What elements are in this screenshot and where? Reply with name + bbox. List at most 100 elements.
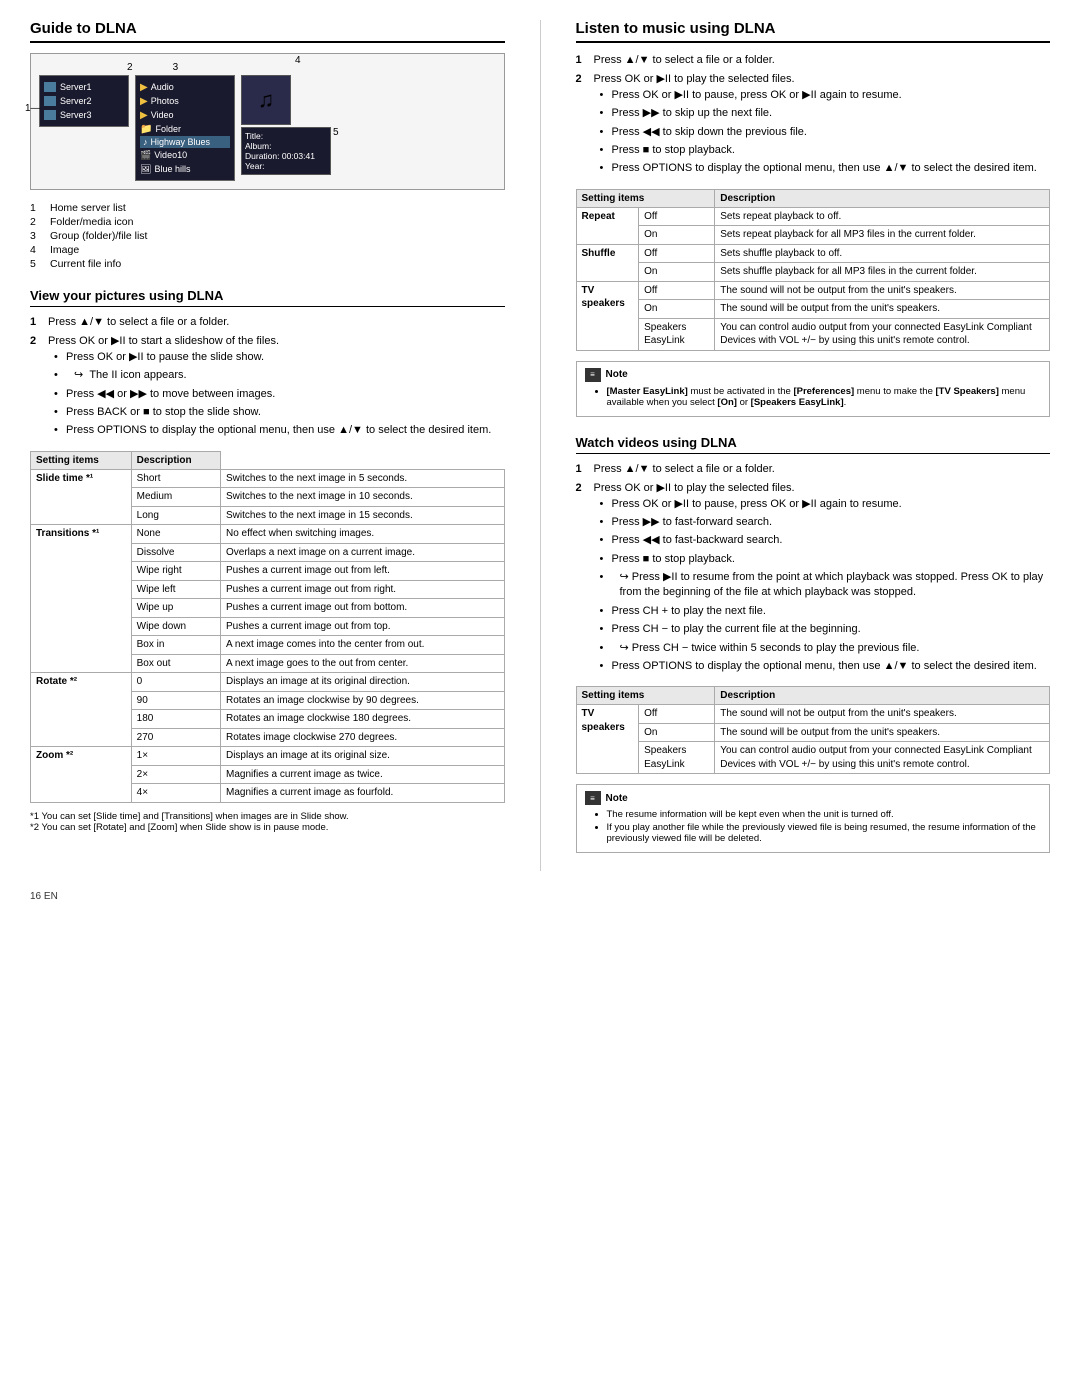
watch-videos-title: Watch videos using DLNA [576,435,1051,454]
guide-dlna-section: Guide to DLNA 2 3 1— Server1 [30,20,505,270]
right-panel: ♫ 4 Title: Album: Duration: 00:03:41 Yea… [239,75,339,175]
music-note-box: ≡ Note [Master EasyLink] must be activat… [576,361,1051,417]
caption-5: 5Current file info [30,258,505,270]
watch-bullet-options: Press OPTIONS to display the optional me… [612,659,1051,674]
listen-step-2-bullets: Press OK or ▶II to pause, press OK or ▶I… [594,88,1037,177]
watch-bullet-ch-plus: Press CH + to play the next file. [612,604,1051,619]
watch-bullet-resume: ↪ Press ▶II to resume from the point at … [612,570,1051,601]
music-note-header: ≡ Note [585,368,1042,382]
view-pictures-section: View your pictures using DLNA 1 Press ▲/… [30,288,505,833]
listen-music-table: Setting items Description Repeat Off Set… [576,189,1051,351]
table-row: Repeat Off Sets repeat playback to off. [576,207,1050,226]
table-row: Speakers EasyLink You can control audio … [576,742,1050,774]
video-col-desc: Description [715,687,1050,705]
footnote-1: *1 You can set [Slide time] and [Transit… [30,811,505,822]
video-note-header: ≡ Note [585,791,1042,805]
guide-dlna-title: Guide to DLNA [30,20,505,43]
bullet-options: Press OPTIONS to display the optional me… [66,423,491,438]
repeat-cell: Repeat [576,207,639,244]
audio-item: ▶ Audio [140,80,230,94]
server1-item: Server1 [44,80,124,94]
bullet-stop: Press BACK or ■ to stop the slide show. [66,405,491,420]
table-row: Transitions *¹NoneNo effect when switchi… [31,525,505,544]
info-year: Year: [245,161,327,171]
listen-step-1: 1 Press ▲/▼ to select a file or a folder… [576,53,1051,68]
step-1: 1 Press ▲/▼ to select a file or a folder… [30,315,505,330]
view-pictures-title: View your pictures using DLNA [30,288,505,307]
table-row: Shuffle Off Sets shuffle playback to off… [576,244,1050,263]
file-info-box: Title: Album: Duration: 00:03:41 Year: [241,127,331,175]
server3-item: Server3 [44,108,124,122]
music-col-setting: Setting items [576,189,715,207]
watch-step-2: 2 Press OK or ▶II to play the selected f… [576,481,1051,678]
watch-bullet-rew: Press ◀◀ to fast-backward search. [612,533,1051,548]
table-row: TV speakers Off The sound will not be ou… [576,705,1050,724]
col-setting: Setting items [31,451,132,469]
right-panel-top: ♫ 4 [239,75,339,125]
bullet-icon-appears: ↪ The II icon appears. [66,368,491,383]
footnote-2: *2 You can set [Rotate] and [Zoom] when … [30,822,505,833]
bluehills-item: 🖼 Blue hills [140,162,230,176]
video10-icon: 🎬 [140,150,151,161]
watch-videos-steps: 1 Press ▲/▼ to select a file or a folder… [576,462,1051,679]
info-title: Title: [245,131,327,141]
listen-bullet-pause: Press OK or ▶II to pause, press OK or ▶I… [612,88,1037,103]
folder-icon: 📁 [140,124,152,135]
watch-bullet-stop: Press ■ to stop playback. [612,552,1051,567]
bluehills-icon: 🖼 [140,164,151,175]
bullet-pause: Press OK or ▶II to pause the slide show. [66,350,491,365]
listen-music-section: Listen to music using DLNA 1 Press ▲/▼ t… [576,20,1051,417]
music-image: ♫ [241,75,291,125]
table-row: On Sets repeat playback for all MP3 file… [576,226,1050,245]
music-col-desc: Description [715,189,1050,207]
video10-item: 🎬 Video10 [140,148,230,162]
rotate-cell: Rotate *² [31,673,132,747]
label-5: 5 [333,127,339,138]
watch-step-2-bullets: Press OK or ▶II to pause, press OK or ▶I… [594,497,1051,675]
info-duration: Duration: 00:03:41 [245,151,327,161]
step-2-bullets: Press OK or ▶II to pause the slide show.… [48,350,491,439]
server3-icon [44,110,56,120]
diagram-top-labels: 2 3 [127,62,496,73]
label-4: 4 [295,55,301,105]
watch-bullet-pause: Press OK or ▶II to pause, press OK or ▶I… [612,497,1051,512]
label-2: 2 [127,62,133,73]
table-row: Zoom *²1×Displays an image at its origin… [31,747,505,766]
watch-step-1: 1 Press ▲/▼ to select a file or a folder… [576,462,1051,477]
footnotes: *1 You can set [Slide time] and [Transit… [30,811,505,833]
table-row: Speakers EasyLink You can control audio … [576,318,1050,350]
listen-music-title: Listen to music using DLNA [576,20,1051,43]
file-list: ▶ Audio ▶ Photos ▶ Video 📁 [135,75,235,181]
video-item: ▶ Video [140,108,230,122]
note-icon: ≡ [585,368,601,382]
table-row: Slide time *¹ShortSwitches to the next i… [31,469,505,488]
table-row: On The sound will be output from the uni… [576,723,1050,742]
video-col-setting: Setting items [576,687,715,705]
photos-icon: ▶ [140,96,148,107]
caption-4: 4Image [30,244,505,256]
watch-bullet-ch-minus-prev: ↪ Press CH − twice within 5 seconds to p… [612,641,1051,656]
photos-item: ▶ Photos [140,94,230,108]
caption-3: 3Group (folder)/file list [30,230,505,242]
zoom-cell: Zoom *² [31,747,132,803]
view-pictures-steps: 1 Press ▲/▼ to select a file or a folder… [30,315,505,443]
video-icon: ▶ [140,110,148,121]
music-note-bullet-1: [Master EasyLink] must be activated in t… [607,386,1042,408]
watch-bullet-ch-minus: Press CH − to play the current file at t… [612,622,1051,637]
server2-icon [44,96,56,106]
caption-1: 1Home server list [30,202,505,214]
column-divider [540,20,541,871]
transitions-cell: Transitions *¹ [31,525,132,673]
slide-time-cell: Slide time *¹ [31,469,132,525]
video-note-icon: ≡ [585,791,601,805]
server1-icon [44,82,56,92]
dlna-diagram: 2 3 1— Server1 Server2 [30,53,505,190]
info-album: Album: [245,141,327,151]
view-pictures-table: Setting items Description Slide time *¹S… [30,451,505,803]
caption-2: 2Folder/media icon [30,216,505,228]
listen-bullet-skip-up: Press ▶▶ to skip up the next file. [612,106,1037,121]
label-1: 1— [25,103,41,114]
table-row: TV speakers Off The sound will not be ou… [576,281,1050,300]
video-note-box: ≡ Note The resume information will be ke… [576,784,1051,853]
audio-icon: ▶ [140,82,148,93]
